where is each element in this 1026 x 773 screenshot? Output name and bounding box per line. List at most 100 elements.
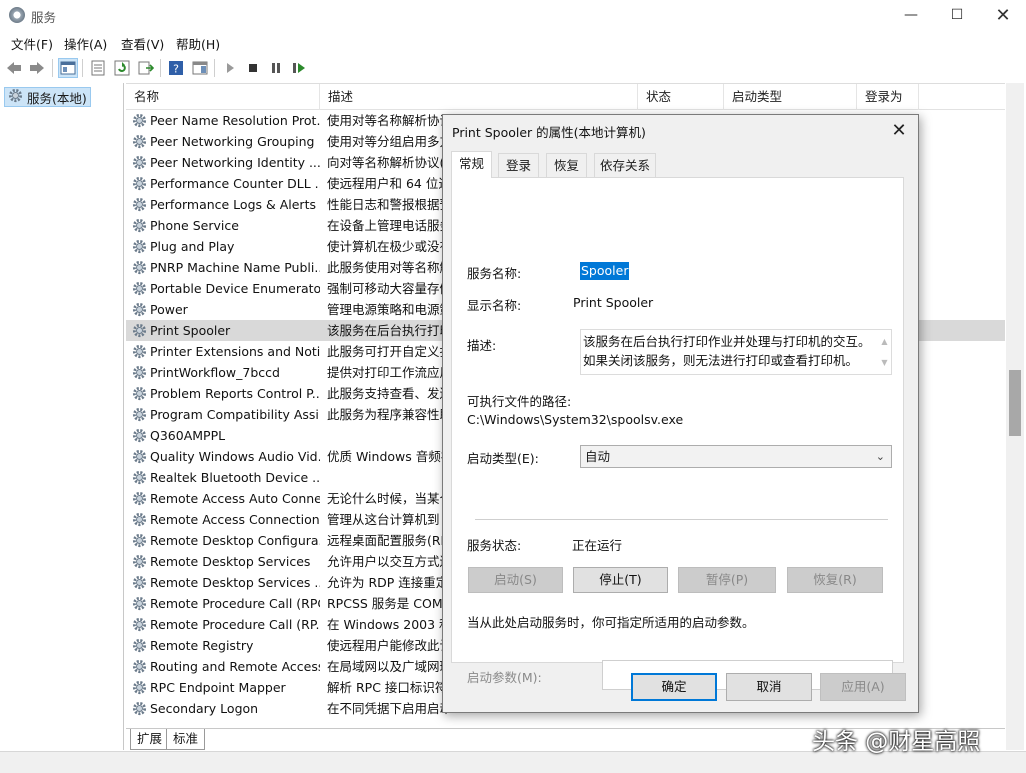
console-tree-icon[interactable] [58, 58, 78, 78]
show-action-pane-icon[interactable] [190, 58, 210, 78]
tab-recovery[interactable]: 恢复 [546, 153, 587, 177]
gear-icon [132, 113, 147, 128]
gear-icon [132, 407, 147, 422]
refresh-icon[interactable] [112, 58, 132, 78]
gear-icon [132, 218, 147, 233]
description-scrollbar[interactable]: ▲ ▼ [878, 330, 891, 374]
menu-help[interactable]: 帮助(H) [176, 34, 220, 53]
cancel-button[interactable]: 取消 [726, 673, 812, 701]
service-description-cell: 此服务可打开自定义打 [327, 344, 447, 359]
gear-icon [132, 617, 147, 632]
service-name-cell: RPC Endpoint Mapper [150, 680, 286, 695]
service-description-cell: 提供对打印工作流应用 [327, 365, 447, 380]
ok-button[interactable]: 确定 [631, 673, 717, 701]
close-button[interactable]: ✕ [980, 0, 1026, 30]
services-window: 服务 — ☐ ✕ 文件(F) 操作(A) 查看(V) 帮助(H) ? 服务(本地… [0, 0, 1026, 773]
column-header-description[interactable]: 描述 [320, 84, 638, 110]
service-description-cell: RPCSS 服务是 COM [327, 596, 443, 611]
description-text: 该服务在后台执行打印作业并处理与打印机的交互。如果关闭该服务，则无法进行打印或查… [583, 334, 871, 368]
service-name-cell: Phone Service [150, 218, 239, 233]
service-name-cell: Remote Access Auto Conne... [150, 491, 320, 506]
menu-view[interactable]: 查看(V) [121, 34, 164, 53]
gear-icon [132, 449, 147, 464]
tab-standard[interactable]: 标准 [166, 729, 206, 750]
service-name-value[interactable]: Spooler [580, 262, 630, 280]
minimize-button[interactable]: — [888, 0, 934, 30]
column-header-status[interactable]: 状态 [638, 84, 724, 110]
scroll-down-icon[interactable]: ▼ [881, 353, 887, 372]
properties-sheet-icon[interactable] [88, 58, 108, 78]
service-description-cell: 管理从这台计算机到 I [327, 512, 447, 527]
gear-icon [132, 155, 147, 170]
start-service-icon[interactable] [220, 58, 240, 78]
service-description-cell: 在设备上管理电话服务 [327, 218, 447, 233]
pause-button[interactable]: 暂停(P) [678, 567, 776, 593]
service-name-cell: Remote Desktop Services [150, 554, 311, 569]
scrollbar-thumb[interactable] [1009, 370, 1021, 436]
description-textbox[interactable]: 该服务在后台执行打印作业并处理与打印机的交互。如果关闭该服务，则无法进行打印或查… [580, 329, 892, 375]
service-name-cell: Plug and Play [150, 239, 235, 254]
menu-action[interactable]: 操作(A) [64, 34, 107, 53]
services-app-icon [9, 7, 25, 23]
startup-type-select[interactable]: 自动 ⌄ [580, 445, 892, 468]
column-header-startup-type[interactable]: 启动类型 [724, 84, 857, 110]
divider [475, 519, 888, 520]
tree-node-services-local[interactable]: 服务(本地) [4, 87, 91, 107]
gear-icon [132, 260, 147, 275]
column-header-logon-as[interactable]: 登录为 [857, 84, 919, 110]
tab-general[interactable]: 常规 [451, 151, 492, 178]
gear-icon [132, 701, 147, 716]
description-label: 描述: [467, 338, 497, 353]
scroll-up-icon[interactable]: ▲ [881, 332, 887, 351]
menu-bar: 文件(F) 操作(A) 查看(V) 帮助(H) [0, 31, 1026, 53]
service-name-cell: Peer Name Resolution Prot... [150, 113, 320, 128]
dialog-close-button[interactable]: ✕ [887, 118, 911, 142]
tab-extended[interactable]: 扩展 [130, 729, 170, 750]
maximize-button[interactable]: ☐ [934, 0, 980, 30]
service-description-cell: 向对等名称解析协议(P [327, 155, 447, 170]
properties-dialog: Print Spooler 的属性(本地计算机) ✕ 常规 登录 恢复 依存关系… [442, 114, 919, 713]
service-status-value: 正在运行 [572, 538, 623, 553]
service-description-cell: 使用对等分组启用多方 [327, 134, 447, 149]
svg-text:?: ? [173, 63, 179, 76]
service-name-cell: Problem Reports Control P... [150, 386, 320, 401]
tab-dependencies[interactable]: 依存关系 [594, 153, 656, 177]
back-arrow-icon[interactable] [4, 58, 24, 78]
pause-service-icon[interactable] [266, 58, 286, 78]
service-name-cell: Portable Device Enumerato... [150, 281, 320, 296]
service-name-cell: Print Spooler [150, 323, 231, 338]
service-name-cell: Power [150, 302, 188, 317]
gear-icon [132, 428, 147, 443]
service-description-cell: 解析 RPC 接口标识符 [327, 680, 447, 695]
gear-icon [132, 239, 147, 254]
service-description-cell: 强制可移动大容量存储 [327, 281, 447, 296]
restart-service-icon[interactable] [289, 58, 309, 78]
gear-icon [132, 281, 147, 296]
stop-button[interactable]: 停止(T) [573, 567, 668, 593]
startup-type-value: 自动 [585, 449, 611, 464]
export-list-icon[interactable] [136, 58, 156, 78]
service-description-cell: 使远程用户和 64 位进 [327, 176, 447, 191]
tree-node-label: 服务(本地) [27, 90, 87, 106]
gear-icon [132, 533, 147, 548]
service-description-cell: 此服务为程序兼容性助 [327, 407, 447, 422]
service-description-cell: 该服务在后台执行打印 [327, 323, 447, 338]
forward-arrow-icon[interactable] [27, 58, 47, 78]
start-params-hint: 当从此处启动服务时，你可指定所适用的启动参数。 [467, 615, 755, 630]
tab-logon[interactable]: 登录 [498, 153, 539, 177]
gear-icon [132, 575, 147, 590]
vertical-scrollbar[interactable] [1006, 83, 1024, 750]
service-name-cell: PrintWorkflow_7bccd [150, 365, 280, 380]
resume-button[interactable]: 恢复(R) [787, 567, 883, 593]
gear-icon [132, 470, 147, 485]
window-title: 服务 [31, 10, 57, 25]
stop-service-icon[interactable] [243, 58, 263, 78]
service-name-cell: Performance Counter DLL ... [150, 176, 320, 191]
apply-button[interactable]: 应用(A) [820, 673, 906, 701]
help-icon[interactable]: ? [166, 58, 186, 78]
column-header-name[interactable]: 名称 [126, 84, 320, 110]
start-button[interactable]: 启动(S) [468, 567, 563, 593]
service-name-label: 服务名称: [467, 266, 522, 281]
service-description-cell: 在 Windows 2003 和 [327, 617, 447, 632]
menu-file[interactable]: 文件(F) [11, 34, 53, 53]
